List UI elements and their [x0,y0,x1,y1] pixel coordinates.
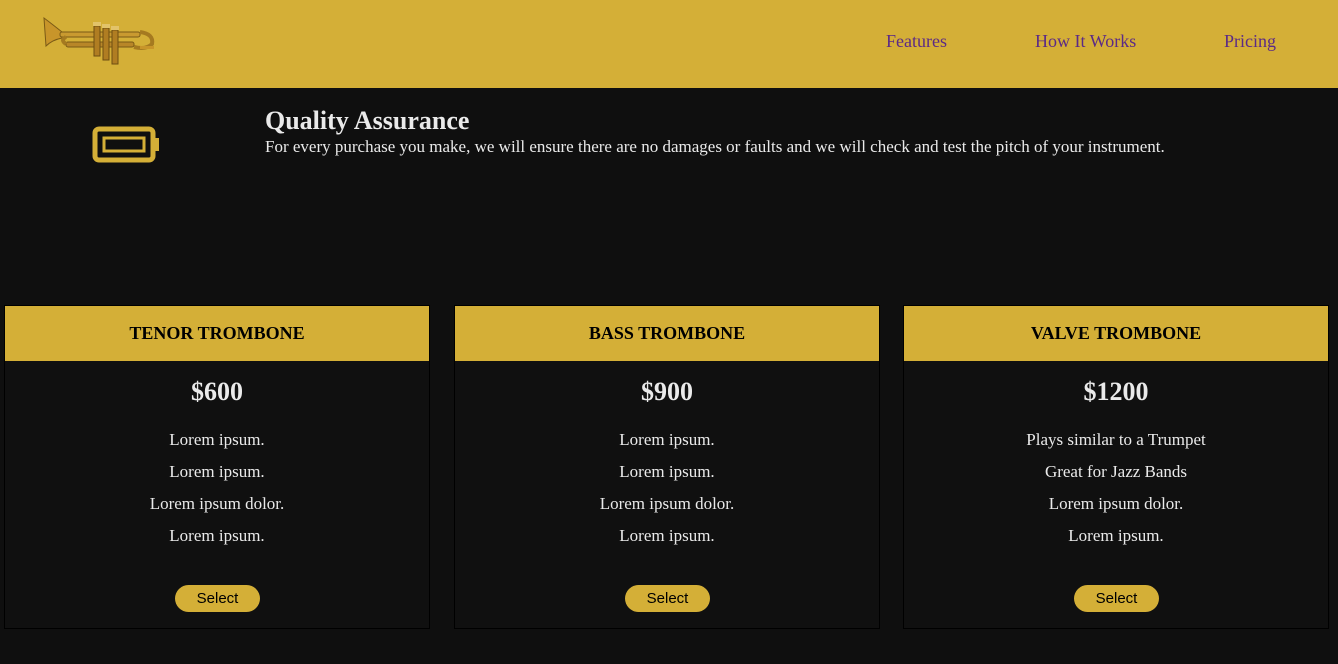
battery-icon [92,126,162,164]
card-feature: Lorem ipsum. [169,526,265,545]
card-feature-list: Plays similar to a Trumpet Great for Jaz… [904,424,1328,552]
card-feature: Lorem ipsum dolor. [149,494,285,513]
site-header: Features How It Works Pricing [0,0,1338,88]
select-button-bass[interactable]: Select [625,585,710,612]
card-feature-list: Lorem ipsum. Lorem ipsum. Lorem ipsum do… [5,424,429,552]
pricing-card-tenor: TENOR TROMBONE $600 Lorem ipsum. Lorem i… [4,305,430,629]
feature-title: Quality Assurance [265,106,470,135]
card-feature: Plays similar to a Trumpet [1026,430,1206,449]
card-price: $1200 [1083,377,1149,406]
card-feature: Great for Jazz Bands [1044,462,1188,481]
card-feature: Lorem ipsum. [169,430,265,449]
card-price: $600 [191,377,243,406]
select-button-tenor[interactable]: Select [175,585,260,612]
card-feature: Lorem ipsum. [619,430,715,449]
select-button-valve[interactable]: Select [1074,585,1159,612]
pricing-card-valve: VALVE TROMBONE $1200 Plays similar to a … [903,305,1329,629]
card-feature-list: Lorem ipsum. Lorem ipsum. Lorem ipsum do… [455,424,879,552]
card-feature: Lorem ipsum dolor. [599,494,735,513]
card-feature: Lorem ipsum. [619,462,715,481]
feature-description: For every purchase you make, we will ens… [265,137,1165,156]
trumpet-logo-icon[interactable] [42,10,160,72]
pricing-card-bass: BASS TROMBONE $900 Lorem ipsum. Lorem ip… [454,305,880,629]
card-title: VALVE TROMBONE [904,306,1328,361]
card-feature: Lorem ipsum. [619,526,715,545]
nav-link-features[interactable]: Features [886,31,947,51]
card-feature: Lorem ipsum dolor. [1048,494,1184,513]
nav-link-pricing[interactable]: Pricing [1224,31,1276,51]
card-price: $900 [641,377,693,406]
card-feature: Lorem ipsum. [169,462,265,481]
card-title: TENOR TROMBONE [5,306,429,361]
card-feature: Lorem ipsum. [1068,526,1164,545]
nav-link-how-it-works[interactable]: How It Works [1035,31,1136,51]
card-title: BASS TROMBONE [455,306,879,361]
